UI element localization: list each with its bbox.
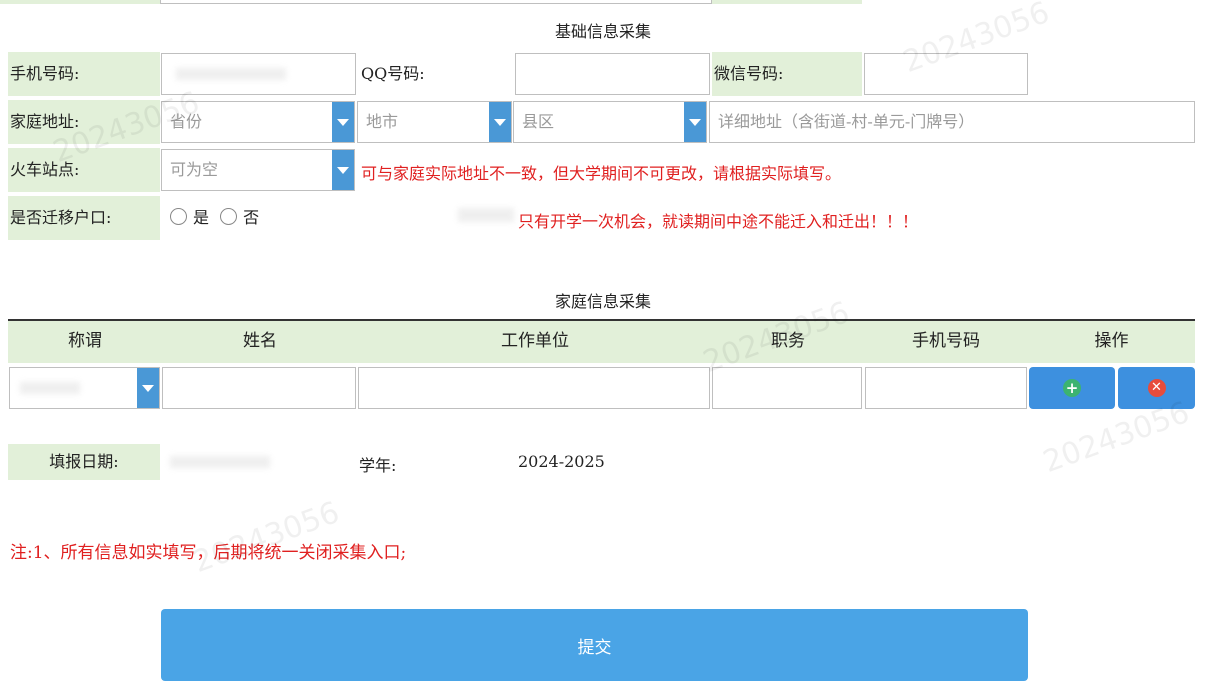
remove-row-button[interactable]: ✕ (1118, 367, 1195, 409)
city-select[interactable]: 地市 (357, 101, 512, 143)
chevron-down-icon[interactable] (137, 368, 159, 408)
chevron-down-icon[interactable] (684, 102, 706, 142)
family-phone-input[interactable] (865, 367, 1027, 409)
station-select[interactable]: 可为空 (161, 149, 355, 191)
relation-value-redacted (20, 382, 80, 394)
province-placeholder: 省份 (170, 112, 203, 131)
family-position-input[interactable] (712, 367, 862, 409)
chevron-down-icon[interactable] (332, 150, 354, 190)
submit-label: 提交 (577, 637, 612, 658)
detail-address-placeholder: 详细地址（含街道-村-单元-门牌号） (718, 112, 975, 131)
date-label: 填报日期: (8, 444, 160, 480)
date-label-text: 填报日期: (49, 452, 119, 471)
header-relation: 称谓 (68, 331, 102, 351)
county-placeholder: 县区 (522, 112, 555, 131)
top-row-input-partial[interactable] (160, 0, 712, 4)
plus-circle-icon: + (1063, 379, 1081, 397)
hukou-label: 是否迁移户口: (8, 196, 160, 240)
station-label: 火车站点: (8, 148, 160, 192)
wechat-label: 微信号码: (712, 52, 862, 96)
submit-button[interactable]: 提交 (161, 609, 1028, 681)
add-row-button[interactable]: + (1029, 367, 1115, 409)
wechat-input[interactable] (864, 53, 1028, 95)
header-phone: 手机号码 (912, 331, 980, 351)
hukou-note: 只有开学一次机会，就读期间中途不能迁入和迁出！！！ (518, 212, 919, 231)
footer-note: 注:1、所有信息如实填写，后期将统一关闭采集入口; (10, 543, 407, 563)
redacted-text (458, 208, 514, 222)
basic-info-title: 基础信息采集 (554, 22, 651, 41)
top-row-label-partial-2 (712, 0, 862, 4)
x-circle-icon: ✕ (1147, 379, 1166, 397)
address-label: 家庭地址: (8, 100, 160, 144)
qq-label: QQ号码: (361, 64, 425, 83)
radio-no-label: 否 (243, 208, 260, 227)
phone-value-redacted (176, 68, 286, 80)
family-info-title: 家庭信息采集 (554, 292, 651, 311)
phone-input[interactable] (161, 53, 356, 95)
station-placeholder: 可为空 (170, 160, 219, 179)
date-value-redacted (170, 456, 270, 468)
top-row-label-partial (0, 0, 160, 4)
radio-circle-icon[interactable] (170, 208, 187, 225)
relation-select[interactable] (9, 367, 160, 409)
province-select[interactable]: 省份 (161, 101, 355, 143)
header-employer: 工作单位 (501, 331, 569, 351)
station-note: 可与家庭实际地址不一致，但大学期间不可更改，请根据实际填写。 (361, 164, 842, 183)
year-label: 学年: (359, 456, 397, 475)
radio-circle-icon[interactable] (220, 208, 238, 225)
hukou-radio-group: 是 否 (170, 204, 259, 228)
header-name: 姓名 (243, 331, 277, 351)
phone-label: 手机号码: (8, 52, 160, 96)
header-position: 职务 (771, 331, 805, 351)
county-select[interactable]: 县区 (513, 101, 707, 143)
radio-yes-label: 是 (193, 208, 210, 227)
chevron-down-icon[interactable] (332, 102, 354, 142)
qq-input[interactable] (515, 53, 710, 95)
detail-address-input[interactable]: 详细地址（含街道-村-单元-门牌号） (709, 101, 1195, 143)
header-actions: 操作 (1094, 331, 1129, 351)
city-placeholder: 地市 (366, 112, 399, 131)
chevron-down-icon[interactable] (489, 102, 511, 142)
family-name-input[interactable] (162, 367, 356, 409)
radio-yes[interactable]: 是 (170, 208, 209, 227)
year-value: 2024-2025 (518, 452, 605, 471)
family-employer-input[interactable] (358, 367, 710, 409)
radio-no[interactable]: 否 (220, 208, 259, 227)
